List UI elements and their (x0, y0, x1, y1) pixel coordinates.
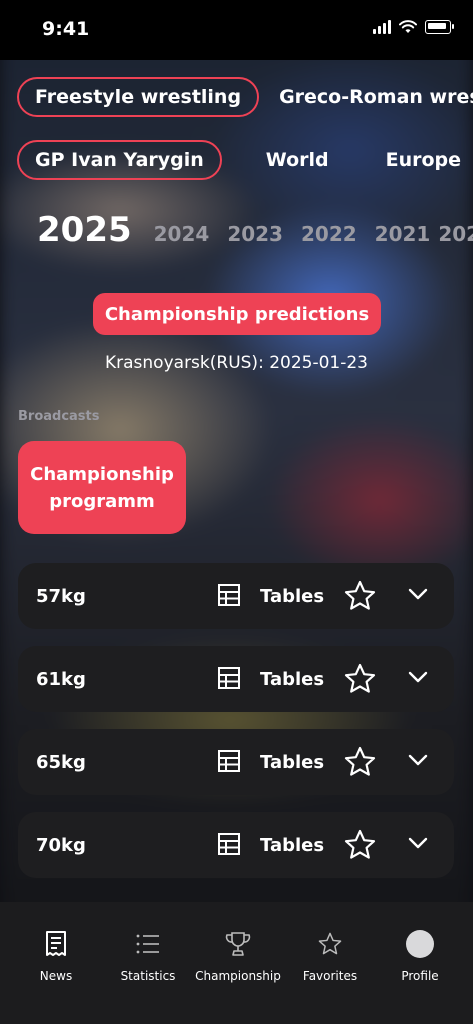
broadcasts-label: Broadcasts (18, 409, 100, 424)
championship-predictions-button[interactable]: Championship predictions (93, 293, 381, 335)
wifi-icon (399, 20, 417, 33)
table-icon[interactable] (218, 667, 240, 689)
bottom-tab-bar: News Statistics Championship Favorites P… (0, 902, 473, 1024)
year-2021[interactable]: 2021 (375, 222, 431, 246)
tab-profile[interactable]: Profile (373, 902, 467, 992)
tab-championship-label: Championship (195, 969, 281, 983)
favorite-star-icon[interactable] (344, 746, 376, 778)
tables-link[interactable]: Tables (260, 586, 324, 607)
year-selector: 2025 2024 2023 2022 2021 2020 2019 (37, 210, 473, 250)
list-icon (136, 934, 159, 954)
chevron-down-icon[interactable] (408, 836, 428, 850)
year-2024[interactable]: 2024 (154, 222, 210, 246)
championship-program-button[interactable]: Championship programm (18, 441, 186, 534)
tab-favorites-label: Favorites (302, 969, 358, 983)
tab-statistics-label: Statistics (120, 969, 176, 983)
discipline-tabs: Freestyle wrestling Greco-Roman wrestlin… (0, 77, 473, 117)
chevron-down-icon[interactable] (408, 670, 428, 684)
chevron-down-icon[interactable] (408, 587, 428, 601)
tournament-world[interactable]: World (266, 149, 329, 171)
tables-link[interactable]: Tables (260, 669, 324, 690)
weight-class-row[interactable]: 57kg Tables (18, 563, 454, 629)
tournament-gp-ivan-yarygin[interactable]: GP Ivan Yarygin (17, 140, 222, 180)
discipline-freestyle[interactable]: Freestyle wrestling (17, 77, 260, 117)
tab-news[interactable]: News (9, 902, 103, 992)
status-bar: 9:41 (0, 0, 473, 60)
news-icon (46, 931, 66, 956)
tournament-tabs: GP Ivan Yarygin World Europe (0, 140, 473, 180)
tab-statistics[interactable]: Statistics (101, 902, 195, 992)
weight-class-label: 65kg (36, 751, 86, 773)
status-time: 9:41 (42, 18, 90, 40)
favorite-star-icon[interactable] (344, 829, 376, 861)
table-icon[interactable] (218, 833, 240, 855)
tab-profile-label: Profile (401, 969, 439, 983)
weight-class-label: 61kg (36, 668, 86, 690)
year-2025[interactable]: 2025 (37, 210, 132, 250)
table-icon[interactable] (218, 584, 240, 606)
discipline-greco-roman[interactable]: Greco-Roman wrestling (279, 86, 473, 108)
battery-icon (425, 20, 454, 34)
favorite-star-icon[interactable] (344, 580, 376, 612)
tournament-europe[interactable]: Europe (386, 149, 461, 171)
weight-class-label: 57kg (36, 585, 86, 607)
tables-link[interactable]: Tables (260, 752, 324, 773)
weight-class-row[interactable]: 70kg Tables (18, 812, 454, 878)
weight-class-row[interactable]: 65kg Tables (18, 729, 454, 795)
year-2020[interactable]: 2020 (438, 222, 473, 246)
tab-favorites[interactable]: Favorites (283, 902, 377, 992)
favorite-star-icon[interactable] (344, 663, 376, 695)
trophy-icon (225, 932, 251, 956)
chevron-down-icon[interactable] (408, 753, 428, 767)
year-2022[interactable]: 2022 (301, 222, 357, 246)
championship-program-label: Championship programm (30, 463, 174, 512)
avatar-icon (406, 930, 434, 958)
tab-news-label: News (39, 969, 73, 983)
cellular-signal-icon (373, 20, 391, 34)
weight-class-row[interactable]: 61kg Tables (18, 646, 454, 712)
event-location-date: Krasnoyarsk(RUS): 2025-01-23 (105, 353, 368, 373)
tables-link[interactable]: Tables (260, 835, 324, 856)
star-icon (318, 932, 342, 955)
year-2023[interactable]: 2023 (227, 222, 283, 246)
table-icon[interactable] (218, 750, 240, 772)
weight-class-label: 70kg (36, 834, 86, 856)
tab-championship[interactable]: Championship (191, 902, 285, 992)
